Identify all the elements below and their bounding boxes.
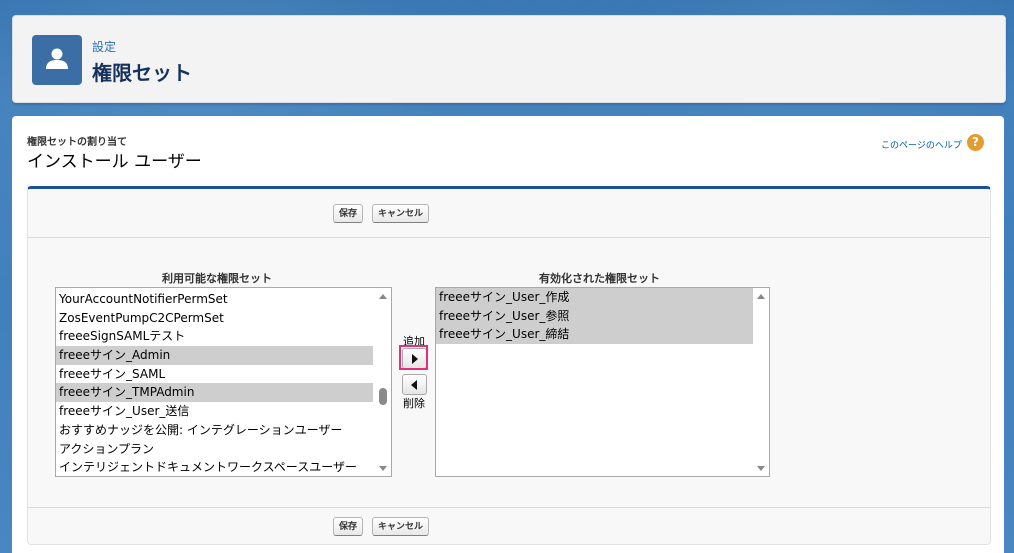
add-button-highlight xyxy=(399,345,428,370)
cancel-button-bottom[interactable]: キャンセル xyxy=(372,517,430,536)
assignment-panel: 保存 キャンセル 利用可能な権限セット 有効化された権限セット YourAcco… xyxy=(27,186,991,545)
remove-label: 削除 xyxy=(403,397,425,410)
cancel-button-top[interactable]: キャンセル xyxy=(372,204,430,223)
list-item[interactable]: freeeサイン_User_締結 xyxy=(436,325,753,345)
list-item[interactable]: freeeサイン_TMPAdmin xyxy=(56,383,373,403)
list-item[interactable]: アクションプラン xyxy=(56,440,391,459)
user-name-heading: インストール ユーザー xyxy=(27,152,202,172)
scrollbar[interactable] xyxy=(376,288,391,476)
section-subtitle: 権限セットの割り当て xyxy=(27,137,127,148)
scroll-up-arrow-icon[interactable] xyxy=(757,294,765,299)
help-link[interactable]: このページのヘルプ xyxy=(881,138,962,151)
list-item[interactable]: freeeサイン_Admin xyxy=(56,346,373,365)
enabled-label: 有効化された権限セット xyxy=(539,272,660,285)
arrow-left-icon xyxy=(411,380,417,390)
breadcrumb[interactable]: 設定 xyxy=(92,38,116,55)
save-button-top[interactable]: 保存 xyxy=(333,204,364,223)
enabled-permission-sets-list[interactable]: freeeサイン_User_作成 freeeサイン_User_参照 freeeサ… xyxy=(435,287,770,477)
main-content: 権限セットの割り当て インストール ユーザー このページのヘルプ ? 保存 キャ… xyxy=(12,116,1004,553)
scroll-down-arrow-icon[interactable] xyxy=(379,466,387,471)
list-item[interactable]: freeeサイン_SAML xyxy=(56,365,391,384)
save-button-bottom[interactable]: 保存 xyxy=(333,517,364,536)
scroll-thumb[interactable] xyxy=(379,388,387,405)
help-icon[interactable]: ? xyxy=(967,134,984,151)
list-item[interactable]: freeeサイン_User_作成 xyxy=(436,288,753,307)
button-row-bottom: 保存 キャンセル xyxy=(28,507,990,545)
button-row-top: 保存 キャンセル xyxy=(28,189,990,238)
list-item[interactable]: YourAccountNotifierPermSet xyxy=(56,290,391,309)
list-item[interactable]: freeeサイン_User_送信 xyxy=(56,402,391,421)
list-item[interactable]: freeeSignSAMLテスト xyxy=(56,327,391,346)
list-item[interactable]: インテリジェントドキュメントワークスペースユーザー xyxy=(56,458,391,476)
available-label: 利用可能な権限セット xyxy=(162,272,272,285)
scroll-down-arrow-icon[interactable] xyxy=(757,466,765,471)
page-header: 設定 権限セット xyxy=(12,15,1006,103)
list-item[interactable]: おすすめナッジを公開: インテグレーションユーザー xyxy=(56,421,391,440)
list-item[interactable]: freeeサイン_User_参照 xyxy=(436,306,753,326)
scroll-up-arrow-icon[interactable] xyxy=(379,294,387,299)
scrollbar[interactable] xyxy=(754,288,769,476)
user-icon xyxy=(32,35,82,85)
page-title: 権限セット xyxy=(92,61,192,85)
available-permission-sets-list[interactable]: YourAccountNotifierPermSet ZosEventPumpC… xyxy=(55,287,392,477)
remove-button[interactable] xyxy=(402,374,427,395)
list-item[interactable]: ZosEventPumpC2CPermSet xyxy=(56,309,391,328)
